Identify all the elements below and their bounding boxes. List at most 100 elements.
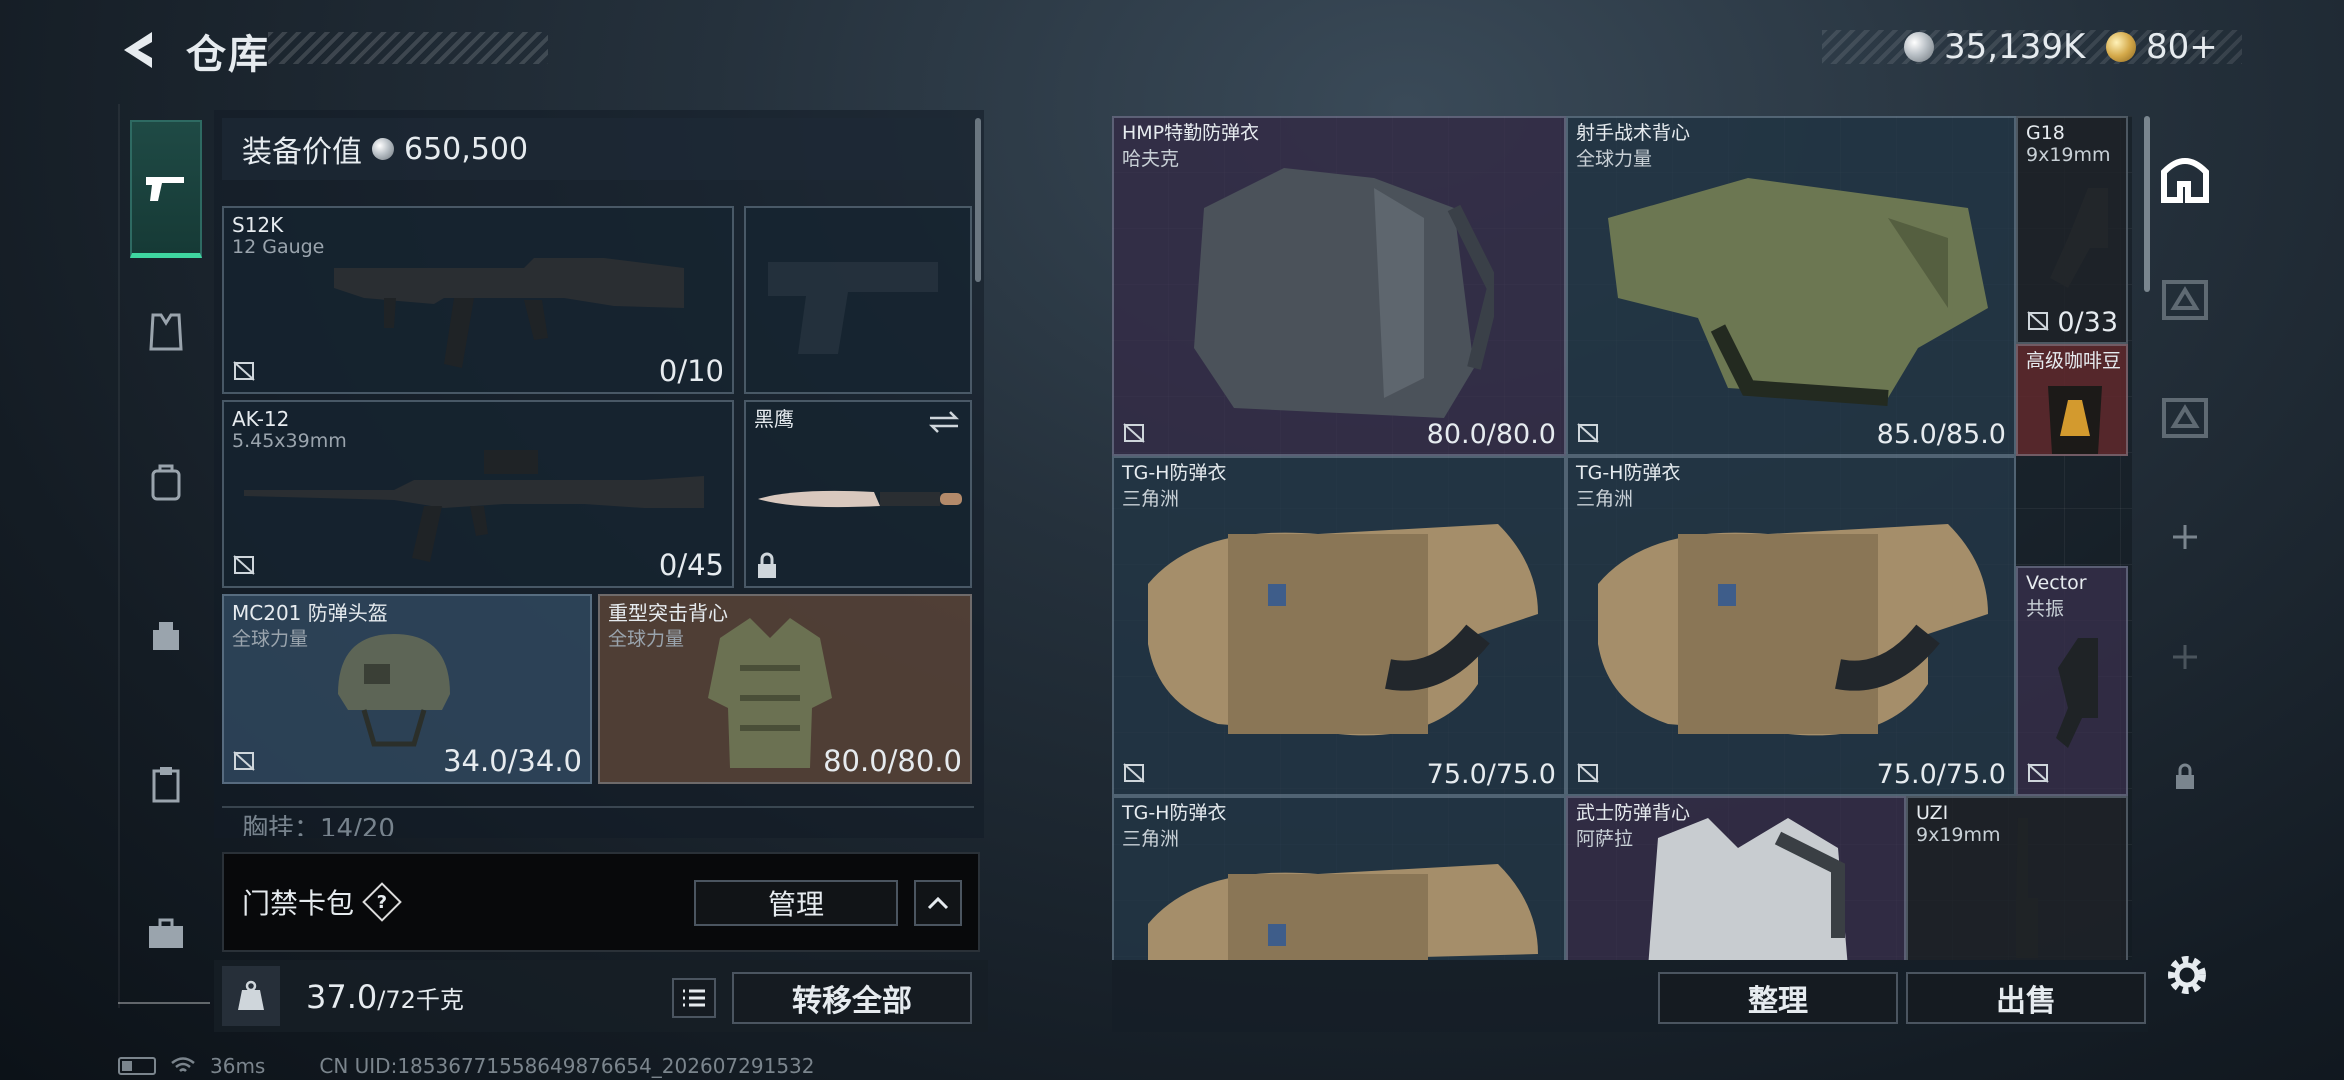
primary-weapon-slot[interactable]: S12K 12 Gauge 0/10 [222,206,734,394]
gold-currency[interactable]: 80+ [2106,26,2218,68]
equipment-scrollbar[interactable] [975,118,981,282]
knife-image [758,490,962,508]
slot-name: 黑鹰 [754,407,794,431]
sell-button[interactable]: 出售 [1906,972,2146,1024]
ammo-count: 0/45 [658,548,724,582]
title-decoration [268,32,548,64]
storage-item[interactable]: TG-H防弹衣 三角洲 75.0/75.0 [1566,456,2016,796]
chest-rig-header[interactable]: 胸挂：14/20 [222,806,974,836]
item-name: HMP特勤防弹衣 [1122,122,1260,144]
storage-item[interactable]: 高级咖啡豆 [2016,344,2128,456]
storage-scrollbar[interactable] [2144,116,2150,292]
ping: 36ms [210,1054,266,1078]
storage-item[interactable]: UZI 9x19mm [1906,796,2128,960]
coffee-bag-image [2048,386,2102,454]
manage-button[interactable]: 管理 [694,880,898,926]
lock-icon [2176,763,2194,789]
vest-image [1608,178,1988,406]
no-insure-icon [233,751,255,771]
silver-coin-icon [372,138,394,160]
item-name: TG-H防弹衣 [1576,462,1681,484]
back-arrow-icon [124,32,152,68]
wifi-icon [171,1057,195,1072]
storage-item[interactable]: Vector 共振 [2016,566,2128,796]
category-backpack[interactable] [130,446,202,518]
battery-icon [118,1057,156,1075]
item-name: TG-H防弹衣 [1122,802,1227,824]
vest-image [1148,524,1538,736]
sort-button[interactable]: 整理 [1658,972,1898,1024]
storage-grid: HMP特勤防弹衣 哈夫克 80.0/80.0 射手战术背心 全球力量 85.0/… [1112,116,2132,960]
equipment-value-label: 装备价值 [242,135,362,170]
category-armor[interactable] [130,296,202,368]
storage-item[interactable]: TG-H防弹衣 三角洲 [1112,796,1566,960]
container-tab-3[interactable] [2158,390,2212,444]
item-name: Vector [2026,572,2087,594]
container-tab-2[interactable] [2158,272,2212,326]
item-caliber: 9x19mm [2026,144,2111,166]
back-button[interactable] [112,24,164,76]
storage-item[interactable]: HMP特勤防弹衣 哈夫克 80.0/80.0 [1112,116,1566,456]
silver-currency[interactable]: 35,139K [1904,26,2085,68]
add-container-button[interactable] [2158,510,2212,564]
item-brand: 哈夫克 [1122,148,1180,170]
pistol-image [2050,188,2108,288]
weight-icon [222,966,280,1026]
slot-name: MC201 防弹头盔 [232,601,388,625]
vest-image [1148,864,1538,960]
pistol-slot-empty[interactable] [744,206,972,394]
help-icon[interactable]: ? [362,882,402,922]
collapse-button[interactable] [914,880,962,926]
gear-icon[interactable] [2162,950,2212,1000]
pistol-placeholder-icon [768,262,938,354]
swap-icon[interactable] [928,410,960,434]
keycard-label: 门禁卡包 [242,887,355,920]
item-brand: 全球力量 [1576,148,1653,170]
page-title: 仓库 [186,32,270,78]
durability: 80.0/80.0 [823,744,962,778]
lock-icon [758,552,776,578]
durability: 75.0/75.0 [1426,759,1556,790]
no-insure-icon [1123,763,1145,783]
item-name: 高级咖啡豆 [2026,350,2122,372]
gold-coin-icon [2106,32,2136,62]
item-name: G18 [2026,122,2065,144]
ammo-count: 0/10 [658,354,724,388]
add-container-button-locked[interactable] [2158,630,2212,684]
item-brand: 三角洲 [1576,488,1634,510]
vest-image [1648,818,1848,960]
armor-slot[interactable]: 重型突击背心 全球力量 80.0/80.0 [598,594,972,784]
item-brand: 三角洲 [1122,828,1180,850]
storage-item[interactable]: 射手战术背心 全球力量 85.0/85.0 [1566,116,2016,456]
item-brand: 三角洲 [1122,488,1180,510]
list-view-button[interactable] [672,978,716,1018]
transfer-all-button[interactable]: 转移全部 [732,972,972,1024]
container-icon [2162,280,2208,320]
storage-item[interactable]: TG-H防弹衣 三角洲 75.0/75.0 [1112,456,1566,796]
container-icon [2162,398,2208,438]
locked-slot [2158,750,2212,804]
status-bar: 36ms CN UID:18536771558649876654_2026072… [118,1054,815,1078]
no-insure-icon [1577,763,1599,783]
container-tab-1[interactable] [2158,150,2212,204]
no-insure-icon [1577,423,1599,443]
category-bag[interactable] [130,598,202,670]
storage-item[interactable]: 武士防弹背心 阿萨拉 [1566,796,1906,960]
durability: 85.0/85.0 [1876,419,2006,450]
shotgun-image [334,258,684,368]
storage-item[interactable]: G18 9x19mm 0/33 [2016,116,2128,344]
vest-image [1598,524,1988,736]
category-case[interactable] [130,898,202,970]
helmet-slot[interactable]: MC201 防弹头盔 全球力量 34.0/34.0 [222,594,592,784]
item-brand: 阿萨拉 [1576,828,1634,850]
category-weapons[interactable] [130,120,202,258]
secondary-weapon-slot[interactable]: AK-12 5.45x39mm 0/45 [222,400,734,588]
slot-caliber: 5.45x39mm [232,430,347,452]
melee-slot[interactable]: 黑鹰 [744,400,972,588]
carry-weight: 37.0/72千克 [306,978,464,1016]
category-clipboard[interactable] [130,748,202,820]
container-active-icon [2161,158,2209,203]
durability: 75.0/75.0 [1876,759,2006,790]
chevron-up-icon [927,896,949,910]
ammo-count: 0/33 [2057,307,2118,338]
